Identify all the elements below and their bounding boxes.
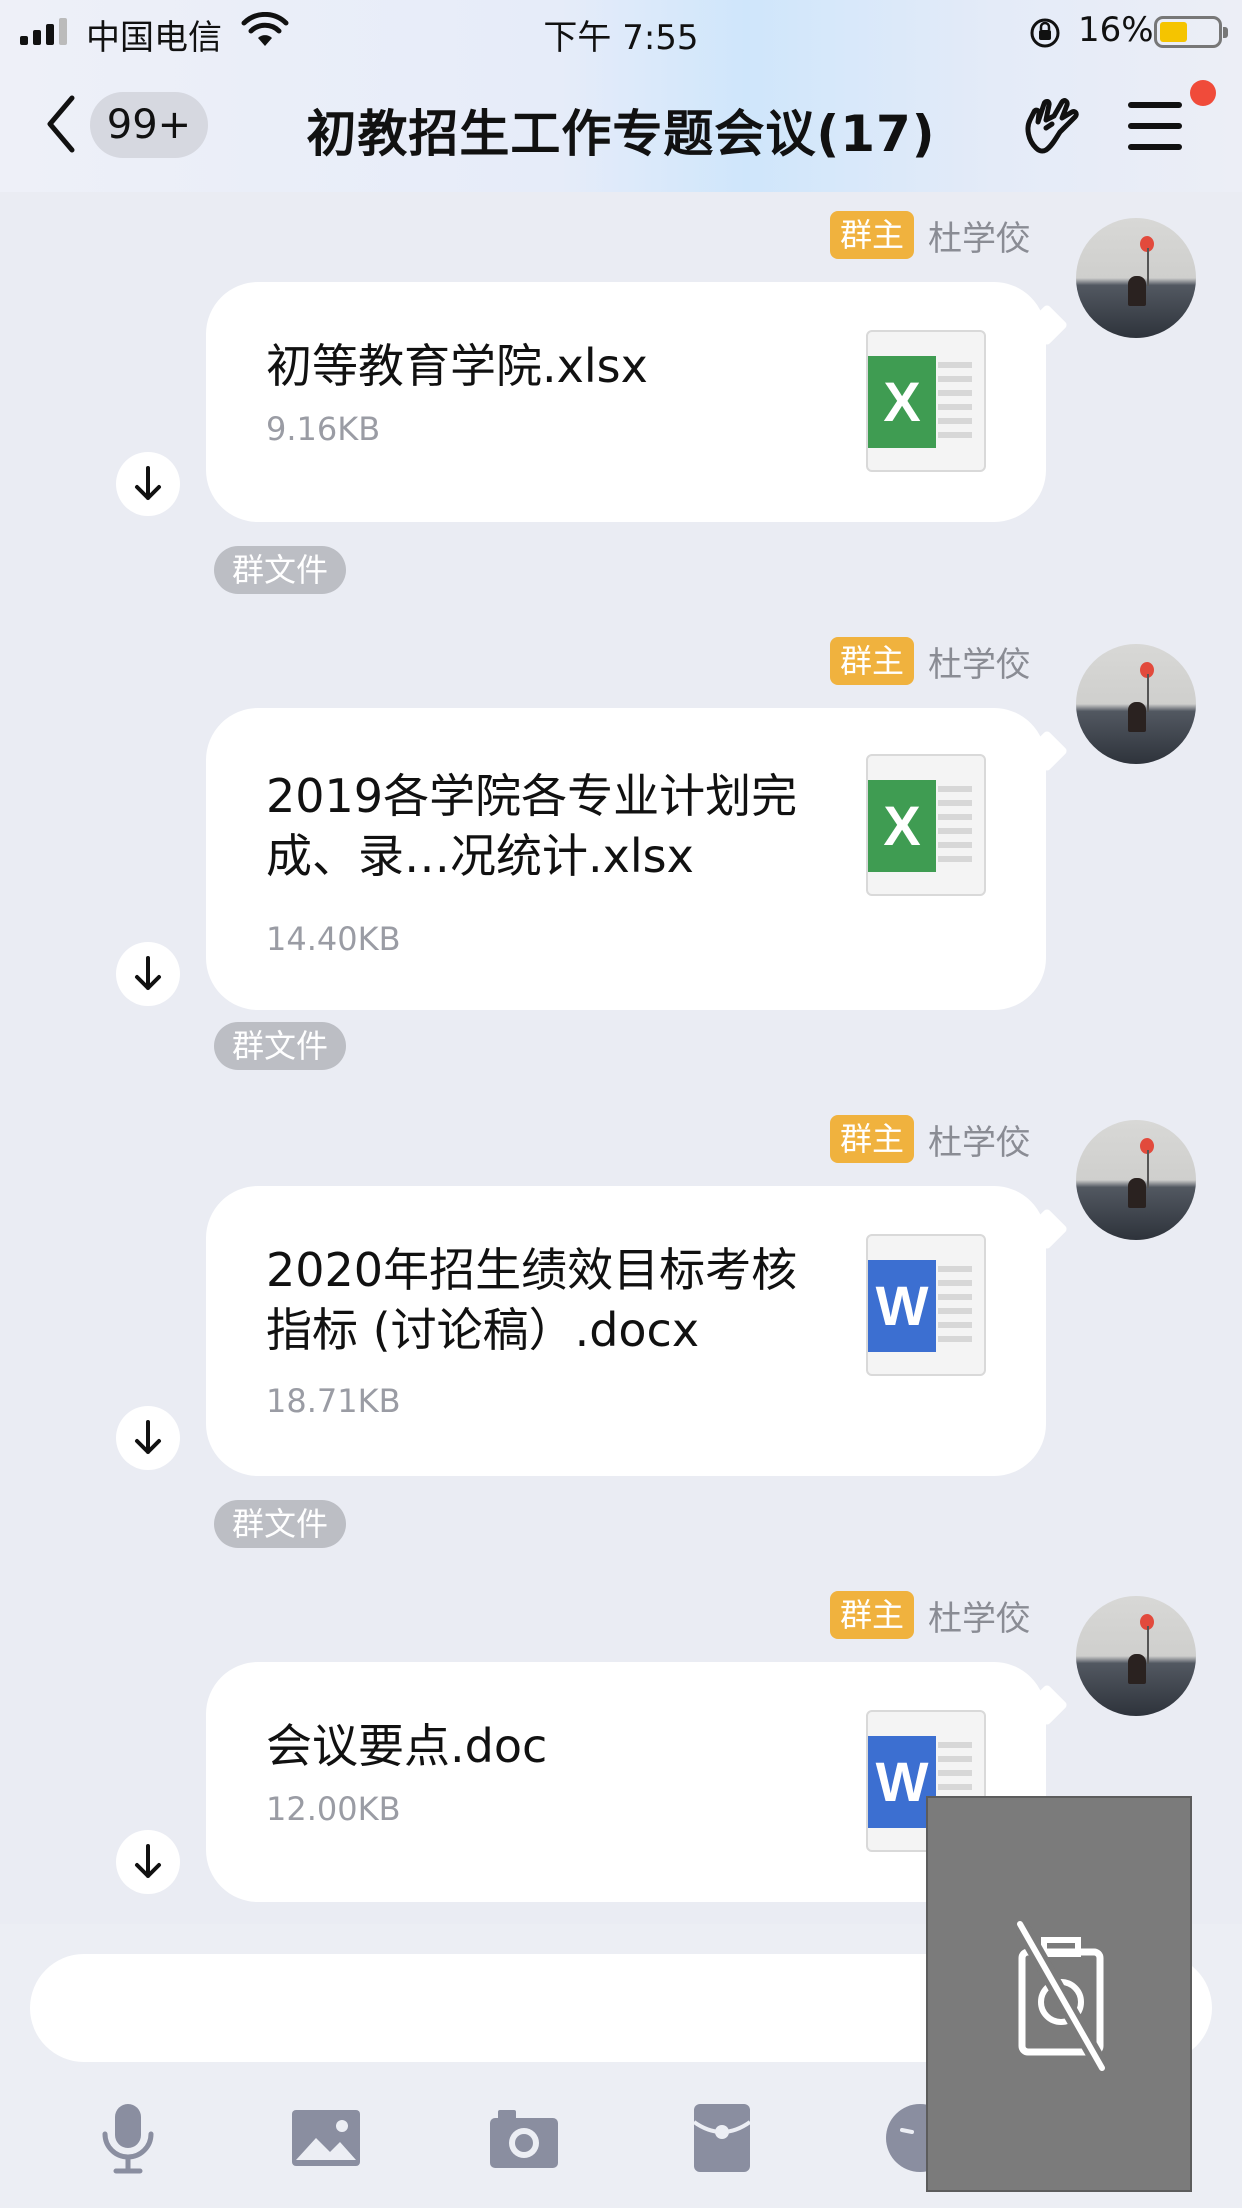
file-size: 14.40KB (266, 920, 401, 958)
download-button[interactable] (116, 1406, 180, 1470)
sender-line: 群主 杜学佼 (829, 1114, 1030, 1164)
group-file-tag[interactable]: 群文件 (214, 1022, 347, 1070)
sender-name[interactable]: 杜学佼 (928, 211, 1030, 260)
arrow-down-icon (135, 956, 161, 990)
sender-line: 群主 杜学佼 (829, 1590, 1030, 1640)
header-area: 中国电信 下午 7:55 16% 99+ 初教招生工作专题会议(17) (0, 0, 1242, 192)
avatar[interactable] (1076, 218, 1196, 338)
file-message-bubble[interactable]: 初等教育学院.xlsx 9.16KB X (206, 282, 1046, 522)
sender-name[interactable]: 杜学佼 (928, 1115, 1030, 1164)
battery-level-fill (1160, 22, 1187, 42)
nav-bar: 99+ 初教招生工作专题会议(17) (0, 62, 1242, 192)
file-name: 2019各学院各专业计划完成、录…况统计.xlsx (266, 769, 798, 883)
sender-name[interactable]: 杜学佼 (928, 637, 1030, 686)
owner-tag: 群主 (829, 637, 914, 685)
download-button[interactable] (116, 942, 180, 1006)
file-message-bubble[interactable]: 会议要点.doc 12.00KB W (206, 1662, 1046, 1902)
owner-tag: 群主 (829, 1115, 914, 1163)
avatar[interactable] (1076, 1120, 1196, 1240)
hamburger-menu-icon[interactable] (1128, 102, 1184, 150)
word-file-icon: W (866, 1234, 986, 1376)
excel-file-icon: X (866, 330, 986, 472)
image-icon[interactable] (286, 2098, 366, 2178)
rotation-lock-icon (1030, 18, 1060, 48)
file-message-bubble[interactable]: 2019各学院各专业计划完成、录…况统计.xlsx 14.40KB X (206, 708, 1046, 1010)
notification-dot (1190, 80, 1216, 106)
sender-name[interactable]: 杜学佼 (928, 1591, 1030, 1640)
file-name: 初等教育学院.xlsx (266, 339, 648, 393)
battery-icon (1154, 16, 1228, 48)
sender-line: 群主 杜学佼 (829, 636, 1030, 686)
group-file-tag[interactable]: 群文件 (214, 1500, 347, 1548)
arrow-down-icon (135, 1420, 161, 1454)
battery-percent: 16% (1078, 10, 1154, 50)
owner-tag: 群主 (829, 211, 914, 259)
avatar[interactable] (1076, 644, 1196, 764)
microphone-icon[interactable] (88, 2098, 168, 2178)
file-size: 9.16KB (266, 410, 381, 448)
file-name: 2020年招生绩效目标考核指标 (讨论稿）.docx (266, 1243, 798, 1357)
file-message-bubble[interactable]: 2020年招生绩效目标考核指标 (讨论稿）.docx 18.71KB W (206, 1186, 1046, 1476)
camera-off-icon (1016, 1920, 1106, 2072)
group-file-tag[interactable]: 群文件 (214, 546, 347, 594)
avatar[interactable] (1076, 1596, 1196, 1716)
red-packet-icon[interactable] (682, 2098, 762, 2178)
hand-gesture-icon[interactable] (1020, 94, 1082, 156)
owner-tag: 群主 (829, 1591, 914, 1639)
arrow-down-icon (135, 1844, 161, 1878)
sender-line: 群主 杜学佼 (829, 210, 1030, 260)
download-button[interactable] (116, 1830, 180, 1894)
file-size: 18.71KB (266, 1382, 401, 1420)
file-name: 会议要点.doc (266, 1719, 548, 1773)
video-call-overlay[interactable] (926, 1796, 1192, 2192)
arrow-down-icon (135, 466, 161, 500)
download-button[interactable] (116, 452, 180, 516)
file-size: 12.00KB (266, 1790, 401, 1828)
camera-icon[interactable] (484, 2098, 564, 2178)
excel-file-icon: X (866, 754, 986, 896)
status-bar: 中国电信 下午 7:55 16% (0, 0, 1242, 62)
